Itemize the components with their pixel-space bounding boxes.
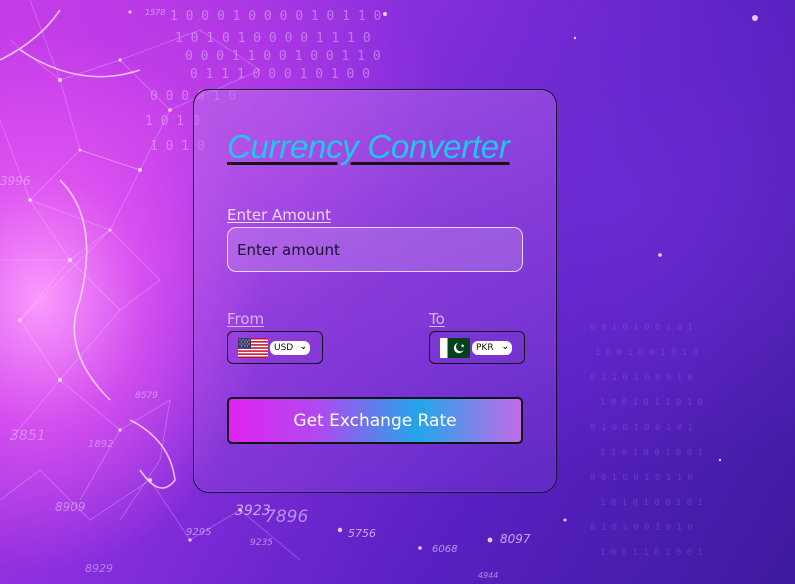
bg-number: 9295	[186, 527, 211, 538]
from-currency-select[interactable]: USD ⌄	[270, 340, 310, 355]
bg-number: 4944	[478, 571, 498, 580]
to-currency-selector: PKR ⌄	[429, 331, 525, 364]
bg-number: 8929	[85, 562, 113, 575]
to-label: To	[429, 310, 445, 328]
us-flag-icon	[238, 337, 268, 358]
converter-card: Currency Converter Enter Amount From	[193, 89, 557, 493]
page-title: Currency Converter	[227, 128, 510, 165]
chevron-down-icon: ⌄	[299, 342, 307, 352]
from-currency-value: USD	[274, 342, 294, 353]
from-currency-selector: USD ⌄	[227, 331, 323, 364]
bg-number: 9235	[250, 538, 273, 548]
to-currency-value: PKR	[476, 342, 494, 353]
bg-number: 3996	[0, 174, 31, 188]
bg-number: 8579	[135, 391, 158, 401]
bg-number: 6068	[432, 544, 457, 555]
pk-flag-icon	[440, 337, 470, 358]
get-exchange-rate-button[interactable]: Get Exchange Rate	[227, 397, 523, 444]
bg-number: 3851	[10, 428, 46, 444]
bg-number: 8097	[500, 532, 531, 546]
bg-number: 1892	[88, 439, 113, 450]
chevron-down-icon: ⌄	[501, 342, 509, 352]
bg-number: 7896	[265, 507, 308, 527]
to-currency-select[interactable]: PKR ⌄	[472, 340, 512, 355]
bg-number: 8909	[55, 500, 86, 514]
amount-label: Enter Amount	[227, 206, 331, 224]
amount-input[interactable]	[227, 227, 523, 272]
from-label: From	[227, 310, 265, 328]
bg-number: 5756	[348, 527, 376, 540]
bg-number: 1578	[145, 8, 165, 17]
